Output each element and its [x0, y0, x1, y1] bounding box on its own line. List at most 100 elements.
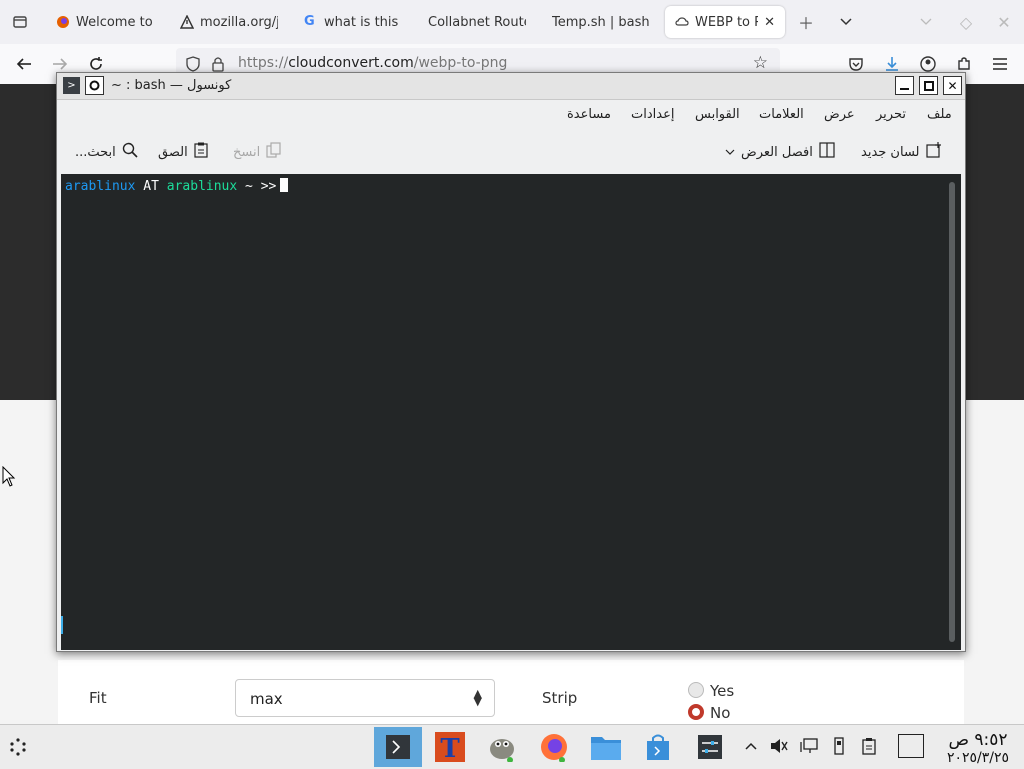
- menu-edit[interactable]: تحرير: [876, 107, 906, 122]
- menu-view[interactable]: عرض: [824, 107, 855, 122]
- terminal-area[interactable]: arablinux AT arablinux ~ >>: [61, 174, 961, 650]
- browser-tab[interactable]: Temp.sh | bash: [542, 6, 660, 38]
- prompt-host: arablinux: [166, 179, 238, 194]
- firefox-icon: [541, 734, 567, 762]
- select-arrows-icon: ▲ ▼: [473, 687, 482, 708]
- browser-tab-active[interactable]: WEBP to P ✕: [665, 6, 785, 38]
- konsole-titlebar[interactable]: > ~ : bash — كونسول ✕: [57, 73, 965, 100]
- menu-settings[interactable]: إعدادات: [631, 107, 674, 122]
- device-icon[interactable]: [828, 735, 850, 757]
- menu-file[interactable]: ملف: [927, 107, 952, 122]
- network-icon[interactable]: [798, 735, 820, 757]
- strip-label: Strip: [542, 689, 578, 707]
- tab-list-chevron-icon[interactable]: [834, 10, 858, 34]
- konsole-title: ~ : bash — كونسول: [111, 78, 232, 93]
- copy-icon: [266, 142, 282, 162]
- back-icon[interactable]: [12, 52, 36, 76]
- clipboard-icon[interactable]: [858, 735, 880, 757]
- menu-bookmarks[interactable]: العلامات: [759, 107, 804, 122]
- strip-yes-radio[interactable]: [688, 682, 704, 698]
- menu-hamburger-icon[interactable]: [988, 52, 1012, 76]
- show-desktop-icon[interactable]: [898, 734, 924, 758]
- fit-select-value: max: [250, 690, 283, 708]
- menu-plugins[interactable]: القوابس: [695, 107, 740, 122]
- clock-time: ٩:٥٢ ص: [948, 730, 1008, 750]
- maximize-icon[interactable]: ◇: [954, 10, 978, 34]
- clock[interactable]: ٩:٥٢ ص ٢٠٢٥/٣/٢٥: [936, 730, 1020, 767]
- strip-no-radio[interactable]: [688, 704, 704, 720]
- mouse-cursor-icon: [2, 465, 16, 492]
- paste-icon: [194, 142, 208, 162]
- split-view-label: افصل العرض: [741, 144, 813, 160]
- split-view-button[interactable]: افصل العرض: [725, 141, 835, 163]
- new-tab-button[interactable]: لسان جديد: [861, 141, 942, 163]
- konsole-icon: [386, 735, 410, 759]
- terminal-scrollbar[interactable]: [949, 182, 955, 642]
- prompt-user: arablinux: [65, 179, 136, 194]
- tab-overview-icon[interactable]: [8, 10, 32, 34]
- konsole-minimize-button[interactable]: [895, 76, 914, 95]
- taskbar-text-editor[interactable]: T: [426, 727, 474, 767]
- taskbar-system-settings[interactable]: [686, 727, 734, 767]
- tab-label: Temp.sh | bash: [552, 14, 650, 30]
- gimp-icon: [490, 739, 514, 762]
- konsole-menubar: ملف تحرير عرض العلامات القوابس إعدادات م…: [57, 100, 965, 128]
- browser-tab[interactable]: mozilla.org/j: [170, 6, 288, 38]
- taskbar-file-manager[interactable]: [582, 727, 630, 767]
- text-cursor: [280, 178, 289, 192]
- url-text[interactable]: https://cloudconvert.com/webp-to-png: [238, 55, 507, 71]
- clock-date: ٢٠٢٥/٣/٢٥: [946, 750, 1010, 766]
- warning-icon: [179, 14, 195, 29]
- volume-muted-icon[interactable]: [768, 735, 790, 757]
- google-icon: G: [304, 14, 315, 29]
- prompt-path: ~: [245, 179, 253, 194]
- window-menu-icon[interactable]: [85, 76, 104, 95]
- taskbar-software-center[interactable]: [634, 727, 682, 767]
- copy-label: انسخ: [233, 144, 261, 160]
- text-editor-icon: T: [435, 732, 465, 762]
- tab-label: Collabnet Route: [428, 14, 526, 30]
- taskbar: T ٩:٥٢ ص ٢٠٢٥/٣/٢٥: [0, 724, 1024, 769]
- tab-label: Welcome to: [76, 14, 153, 30]
- browser-tab[interactable]: Welcome to: [46, 6, 164, 38]
- konsole-app-icon[interactable]: >: [63, 77, 80, 94]
- new-tab-icon[interactable]: ＋: [794, 10, 818, 34]
- tray-expand-icon[interactable]: [740, 735, 762, 757]
- split-view-icon: [819, 142, 835, 162]
- browser-tab[interactable]: Collabnet Route: [418, 6, 536, 38]
- search-button[interactable]: ابحث...: [75, 141, 138, 163]
- svg-text:T: T: [440, 734, 460, 762]
- konsole-maximize-button[interactable]: [919, 76, 938, 95]
- new-tab-label: لسان جديد: [861, 144, 920, 160]
- paste-label: الصق: [158, 144, 188, 160]
- browser-tab[interactable]: G what is this: [294, 6, 412, 38]
- cloud-icon: [675, 15, 689, 29]
- bookmark-star-icon[interactable]: ☆: [753, 53, 768, 73]
- folder-icon: [591, 737, 621, 760]
- menu-help[interactable]: مساعدة: [567, 107, 611, 122]
- paste-button[interactable]: الصق: [158, 141, 208, 163]
- fit-select[interactable]: max ▲ ▼: [235, 679, 495, 717]
- strip-no-label: No: [710, 704, 731, 722]
- prompt-at: AT: [143, 179, 159, 194]
- minimize-icon[interactable]: [914, 10, 938, 34]
- konsole-window: > ~ : bash — كونسول ✕ ملف تحرير عرض العل…: [56, 72, 966, 652]
- copy-button[interactable]: انسخ: [233, 141, 282, 163]
- app-launcher-icon[interactable]: [8, 737, 28, 761]
- tab-label: WEBP to P: [695, 14, 759, 30]
- konsole-close-button[interactable]: ✕: [943, 76, 962, 95]
- close-window-icon[interactable]: ✕: [992, 10, 1016, 34]
- options-card: [58, 660, 964, 724]
- fit-label: Fit: [89, 689, 107, 707]
- taskbar-gimp[interactable]: [478, 727, 526, 767]
- browser-tab-bar: Welcome to mozilla.org/j G what is this …: [0, 0, 1024, 44]
- new-tab-icon: [925, 142, 942, 162]
- search-label: ابحث...: [75, 144, 116, 160]
- close-tab-icon[interactable]: ✕: [764, 15, 775, 30]
- settings-sliders-icon: [698, 735, 722, 759]
- chevron-down-icon: [725, 145, 735, 160]
- taskbar-konsole[interactable]: [374, 727, 422, 767]
- tab-label: mozilla.org/j: [200, 14, 278, 30]
- taskbar-firefox[interactable]: [530, 727, 578, 767]
- strip-yes-label: Yes: [710, 682, 735, 700]
